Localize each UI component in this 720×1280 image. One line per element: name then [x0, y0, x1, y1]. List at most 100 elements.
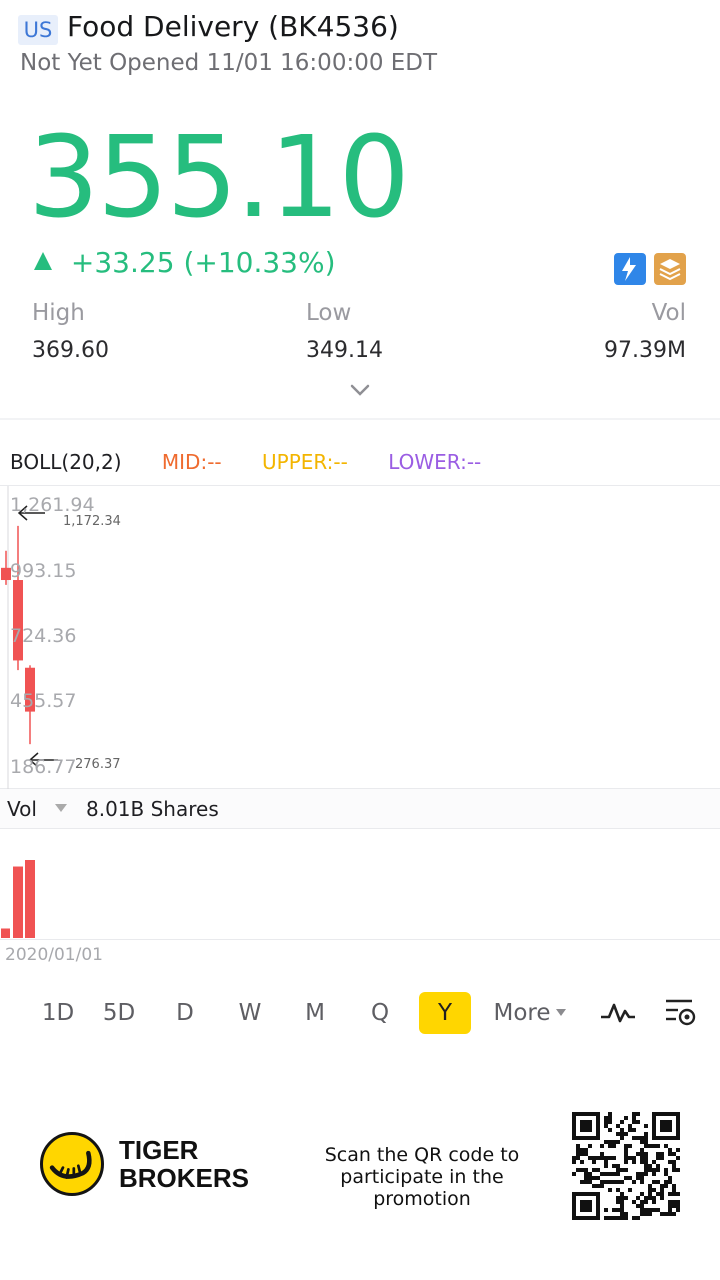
qr-module	[672, 1188, 676, 1192]
period-d[interactable]: D	[165, 992, 205, 1034]
qr-module	[600, 1184, 604, 1188]
qr-module	[604, 1120, 608, 1124]
qr-module	[588, 1180, 592, 1184]
period-y[interactable]: Y	[419, 992, 471, 1034]
qr-module	[632, 1116, 636, 1120]
change-value: +33.25	[70, 246, 175, 279]
qr-module	[584, 1152, 588, 1156]
period-w[interactable]: W	[230, 992, 270, 1034]
qr-module	[600, 1144, 604, 1148]
period-more[interactable]: More	[487, 992, 572, 1034]
qr-module	[624, 1196, 628, 1200]
qr-module	[624, 1116, 628, 1120]
qr-module	[616, 1164, 620, 1168]
qr-module	[624, 1148, 628, 1152]
caret-down-icon[interactable]	[55, 804, 67, 812]
period-m[interactable]: M	[295, 992, 335, 1034]
qr-module	[648, 1168, 652, 1172]
qr-module	[656, 1164, 660, 1168]
header: US Food Delivery (BK4536) Not Yet Opened…	[0, 0, 720, 110]
qr-module	[604, 1116, 608, 1120]
qr-module	[620, 1200, 624, 1204]
qr-module	[624, 1176, 628, 1180]
period-q[interactable]: Q	[360, 992, 400, 1034]
qr-module	[600, 1152, 604, 1156]
qr-module	[620, 1212, 624, 1216]
qr-module	[672, 1168, 676, 1172]
qr-module	[640, 1156, 644, 1160]
qr-module	[676, 1192, 680, 1196]
qr-module	[664, 1212, 668, 1216]
volume-bar	[1, 928, 10, 938]
qr-module	[676, 1156, 680, 1160]
period-tabs: 1D 5D D W M Q Y More	[0, 992, 720, 1034]
qr-module	[584, 1180, 588, 1184]
period-5d[interactable]: 5D	[96, 992, 142, 1034]
period-1d[interactable]: 1D	[35, 992, 81, 1034]
qr-module	[676, 1148, 680, 1152]
qr-module	[648, 1144, 652, 1148]
qr-module	[592, 1156, 596, 1160]
flash-icon[interactable]	[614, 253, 646, 285]
qr-module	[608, 1140, 612, 1144]
qr-module	[588, 1176, 592, 1180]
volume-value: 8.01B Shares	[86, 797, 219, 821]
volume-svg	[1, 860, 35, 938]
qr-module	[652, 1180, 656, 1184]
y-tick-label: 186.77	[10, 756, 77, 778]
qr-module	[648, 1188, 652, 1192]
qr-module	[676, 1208, 680, 1212]
qr-module	[632, 1128, 636, 1132]
stat-value: 369.60	[32, 338, 109, 363]
qr-module	[612, 1208, 616, 1212]
layers-icon[interactable]	[654, 253, 686, 285]
qr-module	[644, 1212, 648, 1216]
chart-panel: BOLL(20,2) MID:-- UPPER:-- LOWER:-- 1,26…	[0, 418, 720, 1048]
qr-module	[644, 1168, 648, 1172]
qr-module	[644, 1124, 648, 1128]
qr-module	[640, 1176, 644, 1180]
qr-module	[592, 1160, 596, 1164]
qr-module	[604, 1124, 608, 1128]
stat-label: Vol	[651, 300, 686, 326]
qr-module	[608, 1156, 612, 1160]
qr-module	[584, 1168, 588, 1172]
qr-module	[628, 1176, 632, 1180]
volume-bar	[13, 866, 23, 938]
qr-module	[620, 1136, 624, 1140]
y-tick-label: 724.36	[10, 625, 77, 647]
more-label: More	[493, 1000, 551, 1026]
qr-module	[588, 1172, 592, 1176]
qr-module	[620, 1192, 624, 1196]
stat-label: Low	[306, 300, 352, 326]
high-marker-label: 1,172.34	[63, 514, 121, 529]
qr-module	[616, 1180, 620, 1184]
boll-row[interactable]: BOLL(20,2) MID:-- UPPER:-- LOWER:--	[10, 450, 515, 474]
price-chart[interactable]: 1,261.94 993.15 724.36 455.57 186.77 1,1…	[0, 485, 720, 790]
qr-module	[668, 1204, 672, 1208]
qr-module	[668, 1180, 672, 1184]
qr-module	[572, 1160, 576, 1164]
qr-module	[652, 1160, 656, 1164]
qr-module	[588, 1144, 592, 1148]
qr-module	[640, 1192, 644, 1196]
indicator-line-icon[interactable]	[600, 1000, 636, 1026]
brand-name: TIGER BROKERS	[119, 1135, 250, 1193]
qr-module	[660, 1212, 664, 1216]
qr-module	[676, 1204, 680, 1208]
qr-module	[604, 1216, 608, 1220]
qr-module	[608, 1112, 612, 1116]
qr-module	[628, 1128, 632, 1132]
qr-module	[640, 1180, 644, 1184]
caret-down-icon	[555, 1009, 566, 1016]
qr-module	[636, 1204, 640, 1208]
chevron-down-icon[interactable]	[350, 383, 370, 397]
qr-module	[592, 1184, 596, 1188]
qr-module	[656, 1168, 660, 1172]
volume-selector[interactable]: Vol 8.01B Shares	[0, 789, 720, 829]
price-change: +33.25 (+10.33%)	[34, 246, 336, 279]
qr-module	[608, 1172, 612, 1176]
stat-high: High 369.60	[32, 300, 109, 363]
up-arrow-icon	[34, 252, 52, 270]
chart-settings-icon[interactable]	[664, 998, 698, 1028]
